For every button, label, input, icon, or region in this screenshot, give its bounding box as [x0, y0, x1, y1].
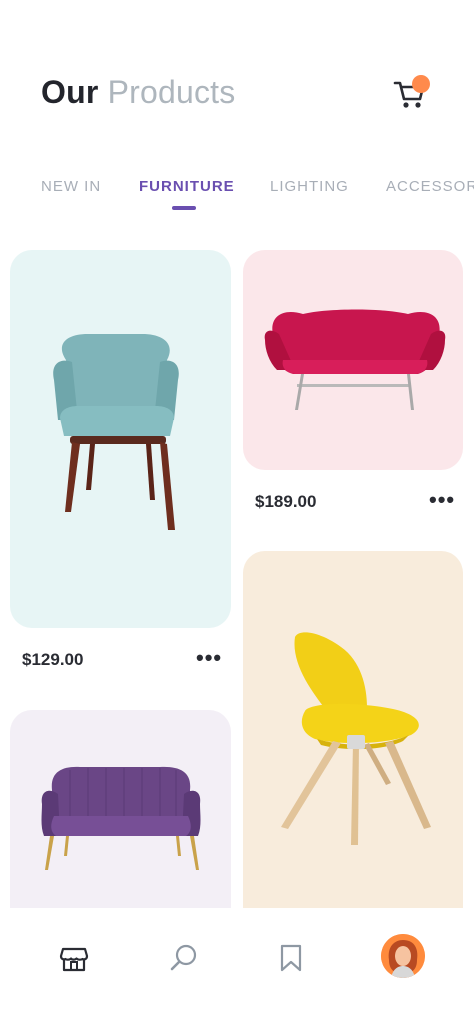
tab-indicator: [172, 206, 196, 210]
product-card-armchair[interactable]: [10, 250, 231, 628]
product-card-yellow-chair[interactable]: [243, 551, 463, 910]
armchair-image: [53, 334, 179, 530]
tab-accessories[interactable]: ACCESSORIES: [386, 178, 474, 195]
category-tabs: NEW IN FURNITURE LIGHTING ACCESSORIES: [0, 176, 474, 216]
tab-new-in[interactable]: NEW IN: [41, 178, 101, 195]
title-our: Our: [41, 74, 99, 110]
title-products: Products: [107, 74, 236, 110]
bookmark-icon[interactable]: [278, 943, 304, 973]
loveseat-image: [41, 766, 201, 870]
search-icon[interactable]: [169, 943, 199, 973]
more-options-armchair[interactable]: •••: [196, 647, 222, 669]
yellow-chair-image: [281, 632, 431, 845]
product-card-sofa[interactable]: [243, 250, 463, 470]
product-card-loveseat[interactable]: [10, 710, 231, 910]
more-options-sofa[interactable]: •••: [429, 489, 455, 511]
profile-avatar-image: [381, 934, 425, 978]
tab-furniture[interactable]: FURNITURE: [139, 178, 235, 195]
tab-lighting[interactable]: LIGHTING: [270, 178, 349, 195]
store-icon[interactable]: [59, 943, 89, 973]
page-title: Our Products: [41, 74, 235, 111]
product-price-armchair: $129.00: [22, 650, 84, 669]
product-price-sofa: $189.00: [255, 492, 317, 511]
sofa-image: [264, 309, 446, 410]
avatar[interactable]: [381, 934, 425, 978]
cart-badge: [412, 75, 430, 93]
